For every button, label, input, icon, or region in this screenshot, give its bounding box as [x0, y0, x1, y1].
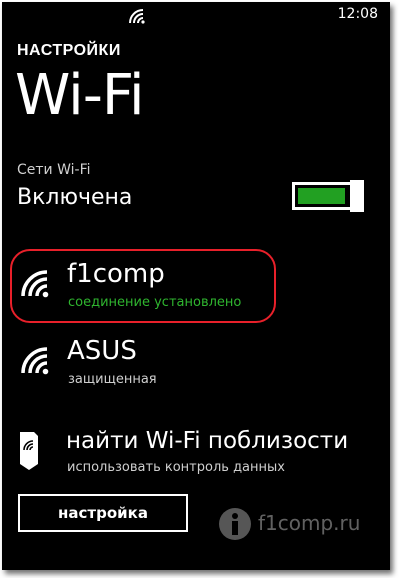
network-name: f1comp: [67, 259, 165, 289]
network-item-f1comp[interactable]: f1comp соединение установлено: [2, 259, 390, 319]
watermark-text: f1comp.ru: [258, 511, 361, 535]
network-name: ASUS: [67, 336, 137, 366]
wifi-toggle-switch[interactable]: [292, 180, 366, 212]
phone-screen: 12:08 НАСТРОЙКИ Wi-Fi Сети Wi-Fi Включен…: [2, 2, 390, 570]
app-title: НАСТРОЙКИ: [17, 42, 121, 59]
toggle-fill: [298, 188, 345, 204]
find-wifi-subtitle: использовать контроль данных: [67, 460, 285, 475]
network-item-asus[interactable]: ASUS защищенная: [2, 336, 390, 396]
info-icon: [219, 508, 251, 540]
page-title: Wi-Fi: [15, 63, 145, 128]
wifi-signal-icon: [21, 270, 49, 298]
find-wifi-title: найти Wi-Fi поблизости: [66, 428, 349, 454]
network-status: защищенная: [68, 372, 157, 387]
wifi-state-label: Включена: [17, 185, 133, 210]
wifi-networks-label: Сети Wi-Fi: [17, 162, 91, 178]
toggle-thumb[interactable]: [350, 180, 364, 212]
find-wifi-nearby-item[interactable]: найти Wi-Fi поблизости использовать конт…: [2, 426, 390, 486]
wifi-signal-icon: [21, 347, 49, 375]
settings-button[interactable]: настройка: [18, 494, 188, 532]
network-status: соединение установлено: [68, 295, 242, 310]
tag-icon: [20, 432, 38, 470]
toggle-track: [292, 182, 356, 210]
wifi-signal-icon: [129, 9, 145, 24]
status-clock: 12:08: [337, 6, 378, 22]
watermark: f1comp.ru: [218, 507, 378, 547]
